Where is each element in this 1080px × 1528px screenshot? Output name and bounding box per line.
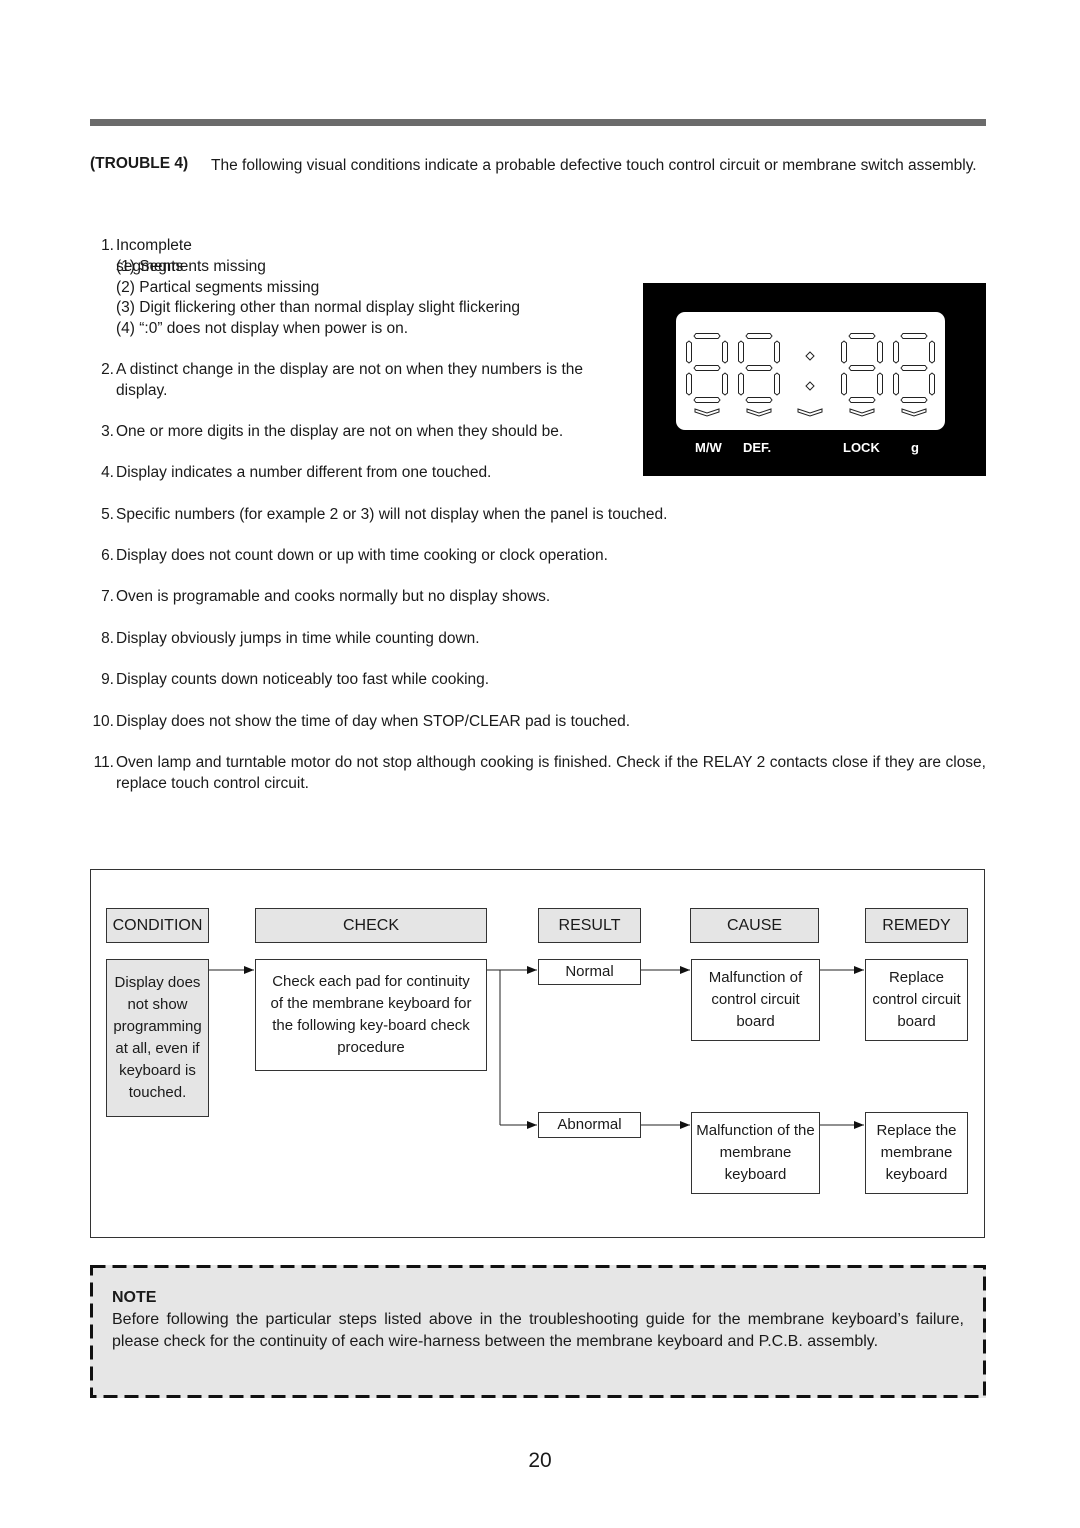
note-text: Before following the particular steps li… <box>112 1311 964 1350</box>
note-title: NOTE <box>112 1289 157 1306</box>
page-number: 20 <box>528 1449 552 1472</box>
